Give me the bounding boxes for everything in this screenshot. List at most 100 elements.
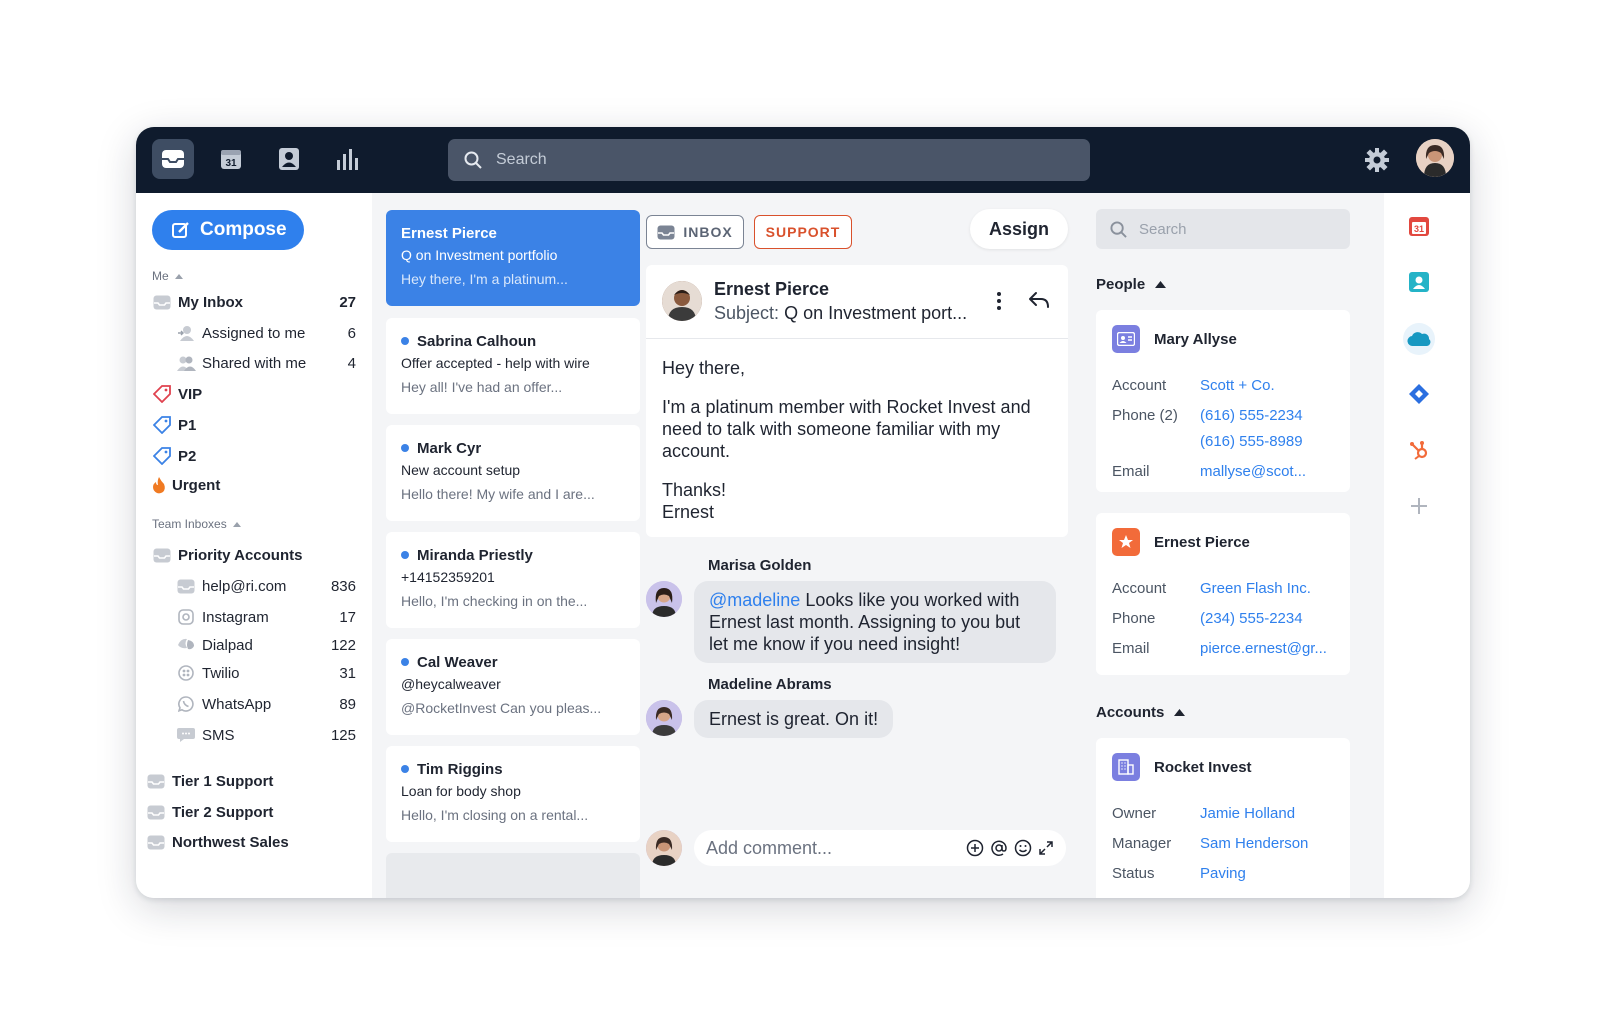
emoji-icon[interactable] bbox=[1014, 839, 1032, 857]
nav-tier1-support[interactable]: Tier 1 Support bbox=[146, 769, 350, 793]
compose-button[interactable]: Compose bbox=[152, 210, 304, 250]
section-me-label: Me bbox=[152, 269, 169, 283]
settings-button[interactable] bbox=[1364, 147, 1390, 178]
account-link[interactable]: Scott + Co. bbox=[1200, 377, 1275, 394]
nav-my-inbox[interactable]: My Inbox 27 bbox=[152, 290, 356, 314]
nav-help-count: 836 bbox=[330, 577, 356, 595]
nav-dialpad[interactable]: Dialpad 122 bbox=[176, 633, 356, 657]
calendar-integration-button[interactable]: 31 bbox=[1404, 211, 1434, 241]
conversation-item[interactable]: Miranda Priestly +14152359201 Hello, I'm… bbox=[386, 532, 640, 628]
caret-up-icon bbox=[232, 522, 241, 527]
comment-bubble: @madeline Looks like you worked with Ern… bbox=[694, 581, 1056, 663]
phone-link[interactable]: (616) 555-8989 bbox=[1200, 433, 1303, 450]
nav-tag-urgent[interactable]: Urgent bbox=[152, 473, 356, 497]
commenter-avatar bbox=[646, 581, 682, 617]
nav-instagram-count: 17 bbox=[339, 608, 356, 626]
account-link[interactable]: Green Flash Inc. bbox=[1200, 580, 1311, 597]
plus-icon bbox=[1411, 498, 1427, 514]
nav-help-label: help@ri.com bbox=[202, 577, 287, 595]
conversation-item[interactable]: Ernest Pierce Q on Investment portfolio … bbox=[386, 210, 640, 306]
contacts-nav-button[interactable] bbox=[268, 139, 310, 179]
more-options-button[interactable] bbox=[996, 291, 1002, 316]
user-avatar[interactable] bbox=[1416, 139, 1454, 177]
expand-icon[interactable] bbox=[1038, 840, 1054, 856]
nav-northwest-sales[interactable]: Northwest Sales bbox=[146, 830, 350, 854]
nav-p2-label: P2 bbox=[178, 447, 197, 465]
add-circle-icon[interactable] bbox=[966, 839, 984, 857]
support-tag[interactable]: SUPPORT bbox=[754, 215, 852, 249]
contact-search[interactable] bbox=[1096, 209, 1350, 249]
sender-avatar bbox=[662, 281, 702, 321]
conversation-item[interactable]: Sabrina Calhoun Offer accepted - help wi… bbox=[386, 318, 640, 414]
contacts-integration-button[interactable] bbox=[1404, 267, 1434, 297]
nav-tag-p1[interactable]: P1 bbox=[152, 413, 356, 437]
support-tag-label: SUPPORT bbox=[765, 224, 841, 240]
nav-sms[interactable]: SMS 125 bbox=[176, 723, 356, 747]
inbox-tag[interactable]: INBOX bbox=[646, 215, 744, 249]
message-sender: Ernest Pierce bbox=[714, 279, 830, 299]
salesforce-integration-button[interactable] bbox=[1403, 323, 1435, 355]
section-team-inboxes[interactable]: Team Inboxes bbox=[152, 517, 241, 531]
jira-integration-button[interactable] bbox=[1404, 379, 1434, 409]
person-card: Ernest Pierce Account Green Flash Inc. Ph… bbox=[1096, 513, 1350, 675]
nav-northwest-label: Northwest Sales bbox=[172, 833, 289, 851]
fire-icon bbox=[153, 477, 165, 494]
nav-sms-label: SMS bbox=[202, 726, 235, 744]
salesforce-cloud-icon bbox=[1407, 332, 1431, 347]
global-search-input[interactable] bbox=[496, 151, 1056, 169]
global-search[interactable] bbox=[448, 139, 1090, 181]
nav-tier2-support[interactable]: Tier 2 Support bbox=[146, 800, 350, 824]
analytics-nav-button[interactable] bbox=[326, 139, 368, 179]
inbox-icon bbox=[162, 150, 184, 168]
message-subject-label: Subject: bbox=[714, 303, 780, 323]
status-link[interactable]: Paving bbox=[1200, 865, 1246, 882]
comment-composer[interactable] bbox=[694, 830, 1066, 866]
accounts-section-toggle[interactable]: Accounts bbox=[1096, 704, 1186, 721]
nav-sms-count: 125 bbox=[330, 726, 356, 744]
message-greeting: Hey there, bbox=[662, 358, 746, 378]
manager-link[interactable]: Sam Henderson bbox=[1200, 835, 1308, 852]
nav-tag-vip[interactable]: VIP bbox=[152, 382, 356, 406]
owner-link[interactable]: Jamie Holland bbox=[1200, 805, 1295, 822]
conversation-preview: Hello, I'm checking in on the... bbox=[401, 593, 588, 609]
email-link[interactable]: pierce.ernest@gr... bbox=[1200, 640, 1327, 657]
field-label: Phone (2) bbox=[1112, 406, 1178, 424]
phone-link[interactable]: (234) 555-2234 bbox=[1200, 610, 1303, 627]
reply-button[interactable] bbox=[1028, 291, 1050, 314]
calendar-nav-button[interactable]: 31 bbox=[210, 139, 252, 179]
nav-priority-accounts[interactable]: Priority Accounts bbox=[152, 543, 356, 567]
email-message: Ernest Pierce Subject: Q on Investment p… bbox=[646, 265, 1068, 537]
hubspot-integration-button[interactable] bbox=[1404, 435, 1434, 465]
nav-instagram[interactable]: Instagram 17 bbox=[176, 605, 356, 629]
section-me[interactable]: Me bbox=[152, 269, 183, 283]
mention-icon[interactable] bbox=[990, 839, 1008, 857]
conversation-item[interactable]: Mark Cyr New account setup Hello there! … bbox=[386, 425, 640, 521]
phone-link[interactable]: (616) 555-2234 bbox=[1200, 407, 1303, 424]
search-icon bbox=[464, 151, 482, 169]
conversation-item[interactable]: Tim Riggins Loan for body shop Hello, I'… bbox=[386, 746, 640, 842]
message-subject-line: Subject: Q on Investment port... bbox=[714, 303, 967, 324]
tag-icon bbox=[153, 385, 171, 403]
assign-button[interactable]: Assign bbox=[970, 209, 1068, 249]
email-link[interactable]: mallyse@scot... bbox=[1200, 463, 1306, 480]
nav-assigned-to-me[interactable]: Assigned to me 6 bbox=[176, 321, 356, 345]
conversation-subject: @heycalweaver bbox=[401, 676, 501, 692]
person-name: Mary Allyse bbox=[1154, 330, 1237, 348]
unread-dot bbox=[401, 765, 409, 773]
conversation-sender: Cal Weaver bbox=[417, 653, 498, 671]
comment-input[interactable] bbox=[706, 837, 946, 859]
nav-help-inbox[interactable]: help@ri.com 836 bbox=[176, 574, 356, 598]
field-label: Owner bbox=[1112, 804, 1157, 822]
nav-tag-p2[interactable]: P2 bbox=[152, 444, 356, 468]
nav-my-inbox-label: My Inbox bbox=[178, 293, 244, 311]
bar-chart-icon bbox=[337, 149, 358, 170]
inbox-nav-button[interactable] bbox=[152, 139, 194, 179]
nav-shared-with-me[interactable]: Shared with me 4 bbox=[176, 351, 356, 375]
comment-mention[interactable]: @madeline bbox=[709, 590, 800, 610]
nav-twilio[interactable]: Twilio 31 bbox=[176, 661, 356, 685]
nav-whatsapp[interactable]: WhatsApp 89 bbox=[176, 692, 356, 716]
conversation-item[interactable]: Cal Weaver @heycalweaver @RocketInvest C… bbox=[386, 639, 640, 735]
add-integration-button[interactable] bbox=[1404, 491, 1434, 521]
people-section-toggle[interactable]: People bbox=[1096, 276, 1167, 293]
contact-search-input[interactable] bbox=[1139, 220, 1339, 238]
